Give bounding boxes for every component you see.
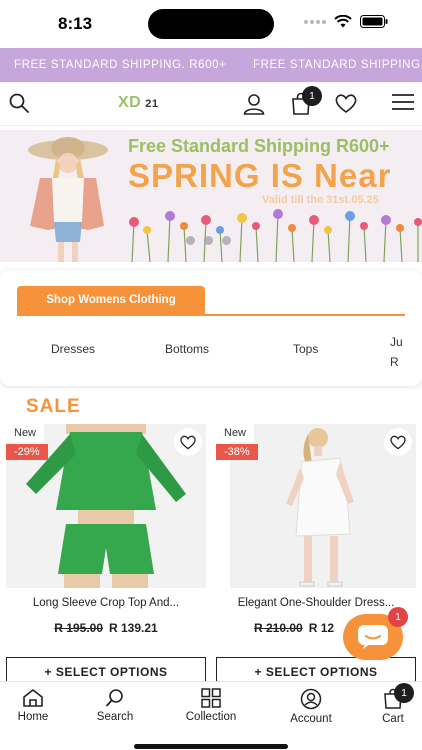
home-indicator <box>134 744 288 749</box>
heart-icon <box>390 435 406 450</box>
status-icons <box>304 15 388 28</box>
nav-search-label: Search <box>96 711 134 723</box>
badge-new: New <box>216 424 255 442</box>
category-item-tops[interactable]: Tops <box>293 342 318 356</box>
grid-icon <box>201 688 221 708</box>
cart-count-badge: 1 <box>302 86 322 106</box>
nav-cart-count-badge: 1 <box>394 683 414 703</box>
signal-icon <box>304 19 326 24</box>
search-icon[interactable] <box>8 92 30 114</box>
wishlist-icon[interactable] <box>334 92 358 114</box>
nav-home-label: Home <box>17 711 49 723</box>
chat-icon <box>358 625 388 649</box>
nav-search[interactable]: Search <box>75 688 155 723</box>
top-header: XD 21 <box>0 82 422 126</box>
banner-model-image <box>0 130 130 262</box>
banner-title: SPRING IS Near <box>128 157 392 194</box>
banner-flowers-illustration <box>129 209 422 262</box>
wifi-icon <box>334 15 352 28</box>
category-item-bottoms[interactable]: Bottoms <box>165 342 209 356</box>
search-icon <box>106 689 123 707</box>
brand-logo[interactable]: XD 21 <box>118 94 158 112</box>
product-sale-price: R 139.21 <box>109 621 158 635</box>
hero-banner[interactable]: Free Standard Shipping R600+ SPRING IS N… <box>0 130 422 262</box>
category-card: Shop Womens Clothing Dresses Bottoms Top… <box>0 270 422 386</box>
badge-new: New <box>6 424 45 442</box>
discount-badge: -38% <box>216 444 258 460</box>
promo-text-repeat: FREE STANDARD SHIPPING. R600+ <box>253 59 422 71</box>
home-icon <box>23 689 43 707</box>
menu-icon[interactable] <box>391 92 415 112</box>
nav-account[interactable]: Account <box>271 688 351 725</box>
account-icon[interactable] <box>242 92 266 116</box>
carousel-dots[interactable] <box>186 236 231 245</box>
heart-icon <box>180 435 196 450</box>
product-old-price: R 195.00 <box>54 621 103 635</box>
category-item-partial[interactable]: Ju R <box>390 332 412 372</box>
nav-cart-label: Cart <box>382 713 404 725</box>
banner-headline: Free Standard Shipping R600+ <box>128 136 390 156</box>
nav-collection-label: Collection <box>185 711 237 723</box>
nav-collection[interactable]: Collection <box>171 688 251 723</box>
product-wishlist-button[interactable] <box>384 428 412 456</box>
product-sale-price: R 12 <box>308 621 335 635</box>
dynamic-island <box>148 9 274 39</box>
tab-shop-womens-clothing[interactable]: Shop Womens Clothing <box>17 286 205 314</box>
tab-underline <box>17 314 405 316</box>
battery-icon <box>360 15 388 28</box>
nav-account-label: Account <box>290 713 332 725</box>
product-name[interactable]: Elegant One-Shoulder Dress... <box>216 597 416 609</box>
banner-validity: Valid till the 31st.05.25 <box>262 194 379 206</box>
discount-badge: -29% <box>6 444 48 460</box>
sale-section-title: SALE <box>26 396 81 417</box>
product-wishlist-button[interactable] <box>174 428 202 456</box>
promo-marquee[interactable]: FREE STANDARD SHIPPING. R600+ FREE STAND… <box>0 48 422 82</box>
status-bar: 8:13 <box>0 0 422 48</box>
nav-home[interactable]: Home <box>0 688 73 723</box>
chat-unread-badge: 1 <box>388 607 408 627</box>
promo-text: FREE STANDARD SHIPPING. R600+ <box>14 59 227 71</box>
product-name[interactable]: Long Sleeve Crop Top And... <box>6 597 206 609</box>
bottom-navigation: Home Search Collection Account Cart <box>0 681 422 750</box>
product-old-price: R 210.00 <box>254 621 303 635</box>
account-icon <box>300 688 322 710</box>
status-time: 8:13 <box>58 14 93 33</box>
category-item-dresses[interactable]: Dresses <box>51 342 95 356</box>
product-price: R 195.00 R 139.21 <box>6 621 206 635</box>
